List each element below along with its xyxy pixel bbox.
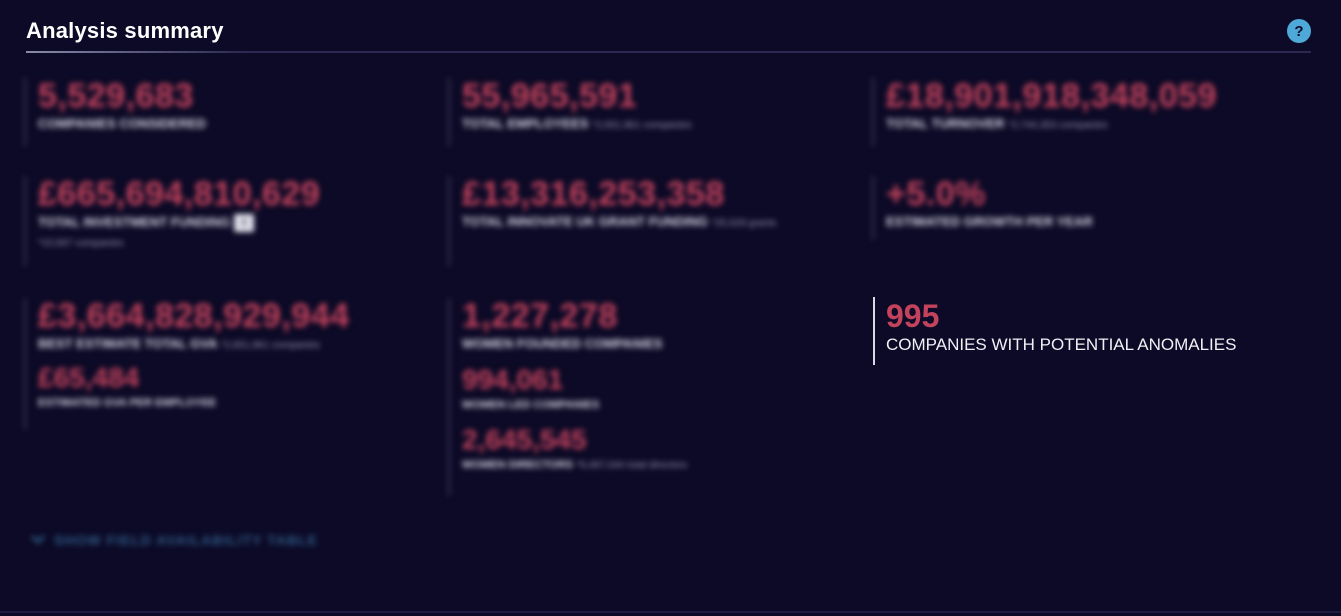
section-title: Analysis summary [26,18,224,43]
stat-label-text: TOTAL INVESTMENT FUNDING [38,214,231,230]
stat-value: 1,227,278 [462,297,618,335]
anomalies-value: 995 [886,298,940,334]
stat-value: £18,901,918,348,059 [886,77,1217,115]
stat-label: TOTAL EMPLOYEES *2,651,961 companies [462,116,692,131]
stat-women-founded: 1,227,278 WOMEN FOUNDED COMPANIES 994,06… [448,298,687,496]
stat-label-text: TOTAL EMPLOYEES [462,116,589,131]
stat-total-employees: 55,965,591 TOTAL EMPLOYEES *2,651,961 co… [448,78,692,146]
stat-note: *10,567 companies [38,238,124,249]
stat-note: *2,744,353 companies [1008,120,1108,131]
stat-label: COMPANIES CONSIDERED [38,116,207,131]
stat-value: 5,529,683 [38,77,194,115]
stat-grant-funding: £13,316,253,358 TOTAL INNOVATE UK GRANT … [448,176,842,266]
help-icon[interactable]: ? [1287,19,1311,43]
stat-sub-label-2: WOMEN DIRECTORS *9,497,044 total directo… [462,459,687,471]
stat-label-text: BEST ESTIMATE TOTAL GVA [38,336,217,351]
stat-total-turnover: £18,901,918,348,059 TOTAL TURNOVER *2,74… [872,78,1217,146]
info-badge-icon[interactable]: i [234,214,255,232]
stat-value: £13,316,253,358 [462,175,725,213]
stat-label: BEST ESTIMATE TOTAL GVA *2,651,961 compa… [38,336,350,351]
stat-gva: £3,664,828,929,944 BEST ESTIMATE TOTAL G… [24,298,350,430]
toggle-label: SHOW FIELD AVAILABILITY TABLE [54,532,318,548]
stat-sub-value-2: 2,645,545 [462,424,587,455]
stat-companies-considered: 5,529,683 COMPANIES CONSIDERED [24,78,206,146]
stat-growth-per-year: +5.0% ESTIMATED GROWTH PER YEAR [872,176,1093,240]
header-divider-accent [26,51,246,53]
stat-value: £3,664,828,929,944 [38,297,350,335]
stat-label-text: TOTAL INNOVATE UK GRANT FUNDING [462,214,708,229]
stat-value: +5.0% [886,175,986,213]
stat-label-text: TOTAL TURNOVER [886,116,1005,131]
stat-label: ESTIMATED GROWTH PER YEAR [886,214,1093,229]
stat-label: TOTAL TURNOVER *2,744,353 companies [886,116,1217,131]
stat-label: TOTAL INVESTMENT FUNDING i [38,214,320,232]
stat-sub-note-2: *9,497,044 total directors [576,460,688,471]
stat-anomalies[interactable]: 995 COMPANIES WITH POTENTIAL ANOMALIES [873,297,1236,365]
stat-sub-label: ESTIMATED GVA PER EMPLOYEE [38,397,217,409]
stat-note: *25,529 grants [711,218,777,229]
section-header: Analysis summary ? [26,14,1311,54]
stat-sub-label-2-text: WOMEN DIRECTORS [462,459,574,471]
stat-value: 55,965,591 [462,77,638,115]
anomalies-label: COMPANIES WITH POTENTIAL ANOMALIES [886,335,1237,354]
bottom-divider [0,611,1341,613]
stat-sub-value: £65,484 [38,362,140,393]
stat-note: *2,651,961 companies [592,120,692,131]
stat-label: WOMEN FOUNDED COMPANIES [462,336,663,351]
stat-sub-label: WOMEN LED COMPANIES [462,399,600,411]
show-field-availability-toggle[interactable]: SHOW FIELD AVAILABILITY TABLE [30,532,318,548]
stat-value: £665,694,810,629 [38,175,321,213]
stat-sub-value: 994,061 [462,364,564,395]
stat-note: *2,651,961 companies [220,340,321,351]
chevron-down-icon [30,532,46,548]
stat-label: TOTAL INNOVATE UK GRANT FUNDING *25,529 … [462,214,842,229]
stat-investment-funding: £665,694,810,629 TOTAL INVESTMENT FUNDIN… [24,176,320,266]
